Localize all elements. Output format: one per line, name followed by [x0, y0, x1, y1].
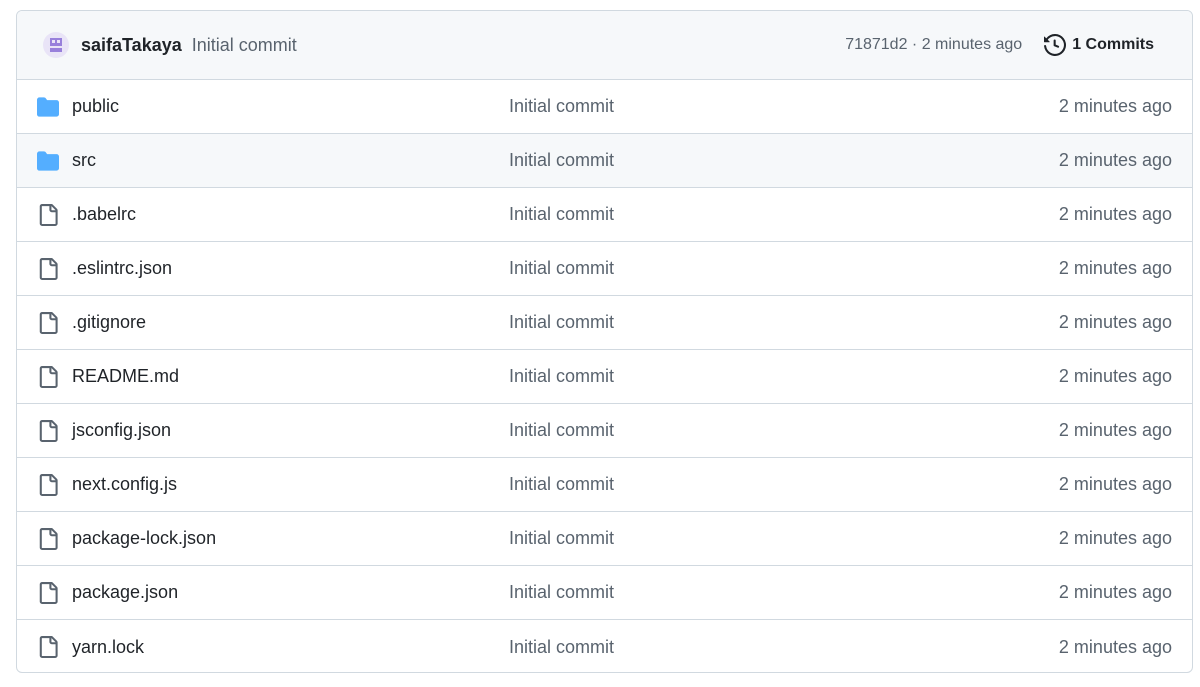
- file-browser: saifaTakaya Initial commit 71871d2 · 2 m…: [16, 10, 1193, 673]
- file-commit-time: 2 minutes ago: [1058, 312, 1172, 332]
- file-name-link[interactable]: yarn.lock: [72, 637, 509, 658]
- file-name-link[interactable]: .eslintrc.json: [72, 258, 509, 279]
- file-commit-message-link[interactable]: Initial commit: [509, 420, 614, 441]
- file-commit-time: 2 minutes ago: [1058, 582, 1172, 602]
- folder-icon: [37, 96, 59, 118]
- file-commit-message-link[interactable]: Initial commit: [509, 582, 614, 603]
- history-icon: [1044, 34, 1067, 56]
- file-commit-message-link[interactable]: Initial commit: [509, 528, 614, 549]
- file-commit-message-link[interactable]: Initial commit: [509, 474, 614, 495]
- file-commit-time: 2 minutes ago: [1058, 150, 1172, 170]
- avatar-icon: [50, 38, 62, 52]
- file-icon: [37, 473, 59, 496]
- file-name-link[interactable]: package-lock.json: [72, 528, 509, 549]
- file-commit-message-link[interactable]: Initial commit: [509, 366, 614, 387]
- file-name-link[interactable]: public: [72, 96, 509, 117]
- file-name-link[interactable]: src: [72, 150, 509, 171]
- file-row[interactable]: package-lock.json Initial commit 2 minutes…: [17, 512, 1192, 566]
- file-name-link[interactable]: package.json: [72, 582, 509, 603]
- commit-hash-time[interactable]: 71871d2 · 2 minutes ago: [845, 36, 1022, 54]
- file-name-link[interactable]: .gitignore: [72, 312, 509, 333]
- commit-author[interactable]: saifaTakaya: [81, 35, 182, 56]
- file-commit-time: 2 minutes ago: [1058, 204, 1172, 224]
- file-row[interactable]: yarn.lock Initial commit 2 minutes ago: [17, 620, 1192, 672]
- latest-commit-bar: saifaTakaya Initial commit 71871d2 · 2 m…: [17, 11, 1192, 80]
- avatar[interactable]: [43, 32, 69, 58]
- file-icon: [37, 203, 59, 226]
- file-name-link[interactable]: jsconfig.json: [72, 420, 509, 441]
- file-icon: [37, 636, 59, 658]
- file-commit-time: 2 minutes ago: [1058, 420, 1172, 440]
- file-icon: [37, 419, 59, 442]
- file-commit-message-link[interactable]: Initial commit: [509, 258, 614, 279]
- file-commit-time: 2 minutes ago: [1058, 96, 1172, 116]
- file-commit-time: 2 minutes ago: [1058, 528, 1172, 548]
- file-row[interactable]: src Initial commit 2 minutes ago: [17, 134, 1192, 188]
- file-commit-message-link[interactable]: Initial commit: [509, 312, 614, 333]
- file-commit-time: 2 minutes ago: [1058, 366, 1172, 386]
- commits-count-label: 1 Commits: [1072, 36, 1154, 53]
- folder-icon: [37, 150, 59, 172]
- file-commit-message-link[interactable]: Initial commit: [509, 150, 614, 171]
- file-icon: [37, 581, 59, 604]
- file-commit-message-link[interactable]: Initial commit: [509, 637, 614, 658]
- file-icon: [37, 365, 59, 388]
- file-row[interactable]: package.json Initial commit 2 minutes ago: [17, 566, 1192, 620]
- file-icon: [37, 527, 59, 550]
- file-row[interactable]: next.config.js Initial commit 2 minutes ag…: [17, 458, 1192, 512]
- file-row[interactable]: .eslintrc.json Initial commit 2 minutes ag…: [17, 242, 1192, 296]
- file-list: public Initial commit 2 minutes ago src Init…: [17, 80, 1192, 672]
- file-name-link[interactable]: README.md: [72, 366, 509, 387]
- file-commit-time: 2 minutes ago: [1058, 474, 1172, 494]
- file-commit-time: 2 minutes ago: [1058, 258, 1172, 278]
- file-commit-message-link[interactable]: Initial commit: [509, 96, 614, 117]
- file-name-link[interactable]: next.config.js: [72, 474, 509, 495]
- file-icon: [37, 257, 59, 280]
- file-commit-time: 2 minutes ago: [1058, 636, 1172, 657]
- file-row[interactable]: public Initial commit 2 minutes ago: [17, 80, 1192, 134]
- file-icon: [37, 311, 59, 334]
- commits-history-link[interactable]: 1 Commits: [1044, 34, 1154, 56]
- file-row[interactable]: .babelrc Initial commit 2 minutes ago: [17, 188, 1192, 242]
- file-row[interactable]: README.md Initial commit 2 minutes ago: [17, 350, 1192, 404]
- file-commit-message-link[interactable]: Initial commit: [509, 204, 614, 225]
- file-row[interactable]: jsconfig.json Initial commit 2 minutes ago: [17, 404, 1192, 458]
- file-row[interactable]: .gitignore Initial commit 2 minutes ago: [17, 296, 1192, 350]
- commit-message[interactable]: Initial commit: [192, 35, 297, 56]
- file-name-link[interactable]: .babelrc: [72, 204, 509, 225]
